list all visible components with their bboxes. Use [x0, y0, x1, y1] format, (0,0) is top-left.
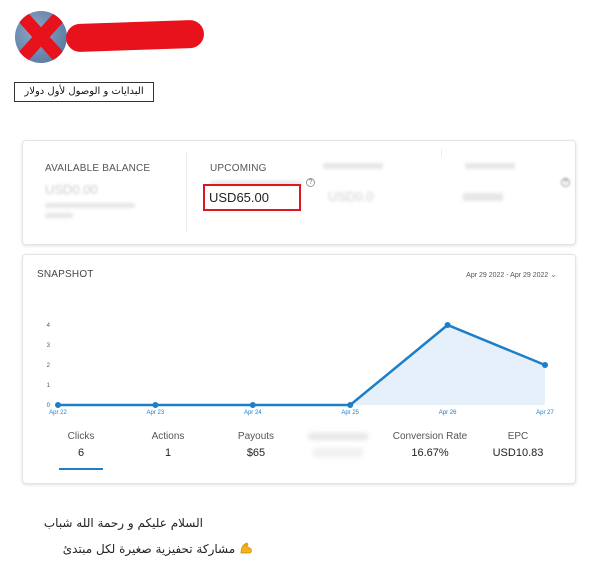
- stat-label: Payouts: [237, 431, 275, 442]
- stat-clicks[interactable]: Clicks 6: [59, 431, 103, 459]
- available-balance: AVAILABLE BALANCE USD0.00: [45, 163, 150, 197]
- avatar[interactable]: [15, 11, 67, 63]
- chart-y-tick-label: 0: [47, 403, 51, 409]
- redaction-x-icon: [16, 11, 66, 63]
- stat-label: EPC: [507, 431, 529, 442]
- stat-actions[interactable]: Actions 1: [141, 431, 195, 459]
- blurred-label: [308, 433, 368, 440]
- blurred-value: USD0.0: [328, 189, 374, 204]
- chart-area-fill: [58, 325, 545, 405]
- active-tab-indicator: [59, 468, 103, 470]
- stat-blurred[interactable]: [299, 431, 377, 457]
- upcoming: UPCOMING: [210, 163, 267, 174]
- chart-data-point[interactable]: [444, 322, 451, 328]
- chart-data-point[interactable]: [542, 362, 548, 368]
- chart-y-tick-label: 4: [47, 323, 51, 329]
- stat-epc[interactable]: EPC USD10.83: [483, 431, 553, 459]
- chart-data-point[interactable]: [249, 402, 256, 408]
- chart-y-tick-label: 1: [47, 383, 51, 389]
- stat-value: 16.67%: [411, 447, 449, 459]
- stat-value: USD10.83: [492, 447, 544, 459]
- column-divider: [441, 149, 442, 157]
- flexed-biceps-icon: [240, 542, 252, 554]
- blurred-value: [313, 448, 363, 457]
- available-balance-label: AVAILABLE BALANCE: [45, 163, 151, 174]
- snapshot-chart: 0 1 2 3 4 Apr 22 Apr 23 Apr 24 Apr 25 Apr 26 Apr …: [47, 322, 554, 416]
- upcoming-label: UPCOMING: [210, 163, 267, 174]
- post-text-line: مشاركة تحفيزية صغيرة لكل مبتدئ: [63, 541, 253, 556]
- post-text-line: السلام عليكم و رحمة الله شباب: [43, 516, 203, 530]
- stat-payouts[interactable]: Payouts $65: [226, 431, 286, 459]
- chart-x-tick-label: Apr 26: [439, 410, 457, 416]
- stat-value: 1: [164, 447, 172, 459]
- upcoming-value: USD65.00: [209, 190, 269, 205]
- chart-data-point[interactable]: [152, 402, 159, 408]
- available-balance-value: USD0.00: [45, 182, 98, 197]
- stat-value: 6: [77, 447, 85, 459]
- chart-x-tick-label: Apr 23: [147, 410, 165, 416]
- blurred-subtext: [45, 213, 73, 218]
- help-icon[interactable]: ?: [561, 178, 570, 187]
- chart-x-tick-label: Apr 27: [536, 410, 554, 416]
- balance-card: AVAILABLE BALANCE USD0.00 UPCOMING ? USD…: [22, 140, 576, 245]
- stat-label: Clicks: [67, 431, 95, 442]
- username-redaction: [65, 19, 205, 53]
- chart-x-tick-label: Apr 22: [49, 410, 67, 416]
- category-tag[interactable]: البدايات و الوصول لأول دولار: [14, 82, 154, 102]
- help-icon[interactable]: ?: [306, 178, 315, 187]
- blurred-label: [323, 163, 383, 169]
- chart-data-point[interactable]: [347, 402, 354, 408]
- post-text: مشاركة تحفيزية صغيرة لكل مبتدئ: [62, 542, 236, 556]
- blurred-label: [465, 163, 515, 169]
- stat-label: Conversion Rate: [392, 431, 468, 442]
- chart-x-tick-label: Apr 24: [244, 410, 262, 416]
- column-divider: [186, 151, 187, 233]
- chart-x-tick-label: Apr 25: [341, 410, 359, 416]
- stat-label: Actions: [151, 431, 185, 442]
- stat-value: $65: [246, 447, 266, 459]
- chart-data-point[interactable]: [55, 402, 61, 408]
- chart-y-tick-label: 2: [47, 363, 51, 369]
- blurred-value: [463, 193, 503, 201]
- blurred-subtext: [45, 203, 135, 208]
- snapshot-card: SNAPSHOT Apr 29 2022 - Apr 29 2022 ⌄ 0123…: [22, 254, 576, 484]
- stat-conversion-rate[interactable]: Conversion Rate 16.67%: [385, 431, 475, 459]
- chart-y-tick-label: 3: [47, 343, 51, 349]
